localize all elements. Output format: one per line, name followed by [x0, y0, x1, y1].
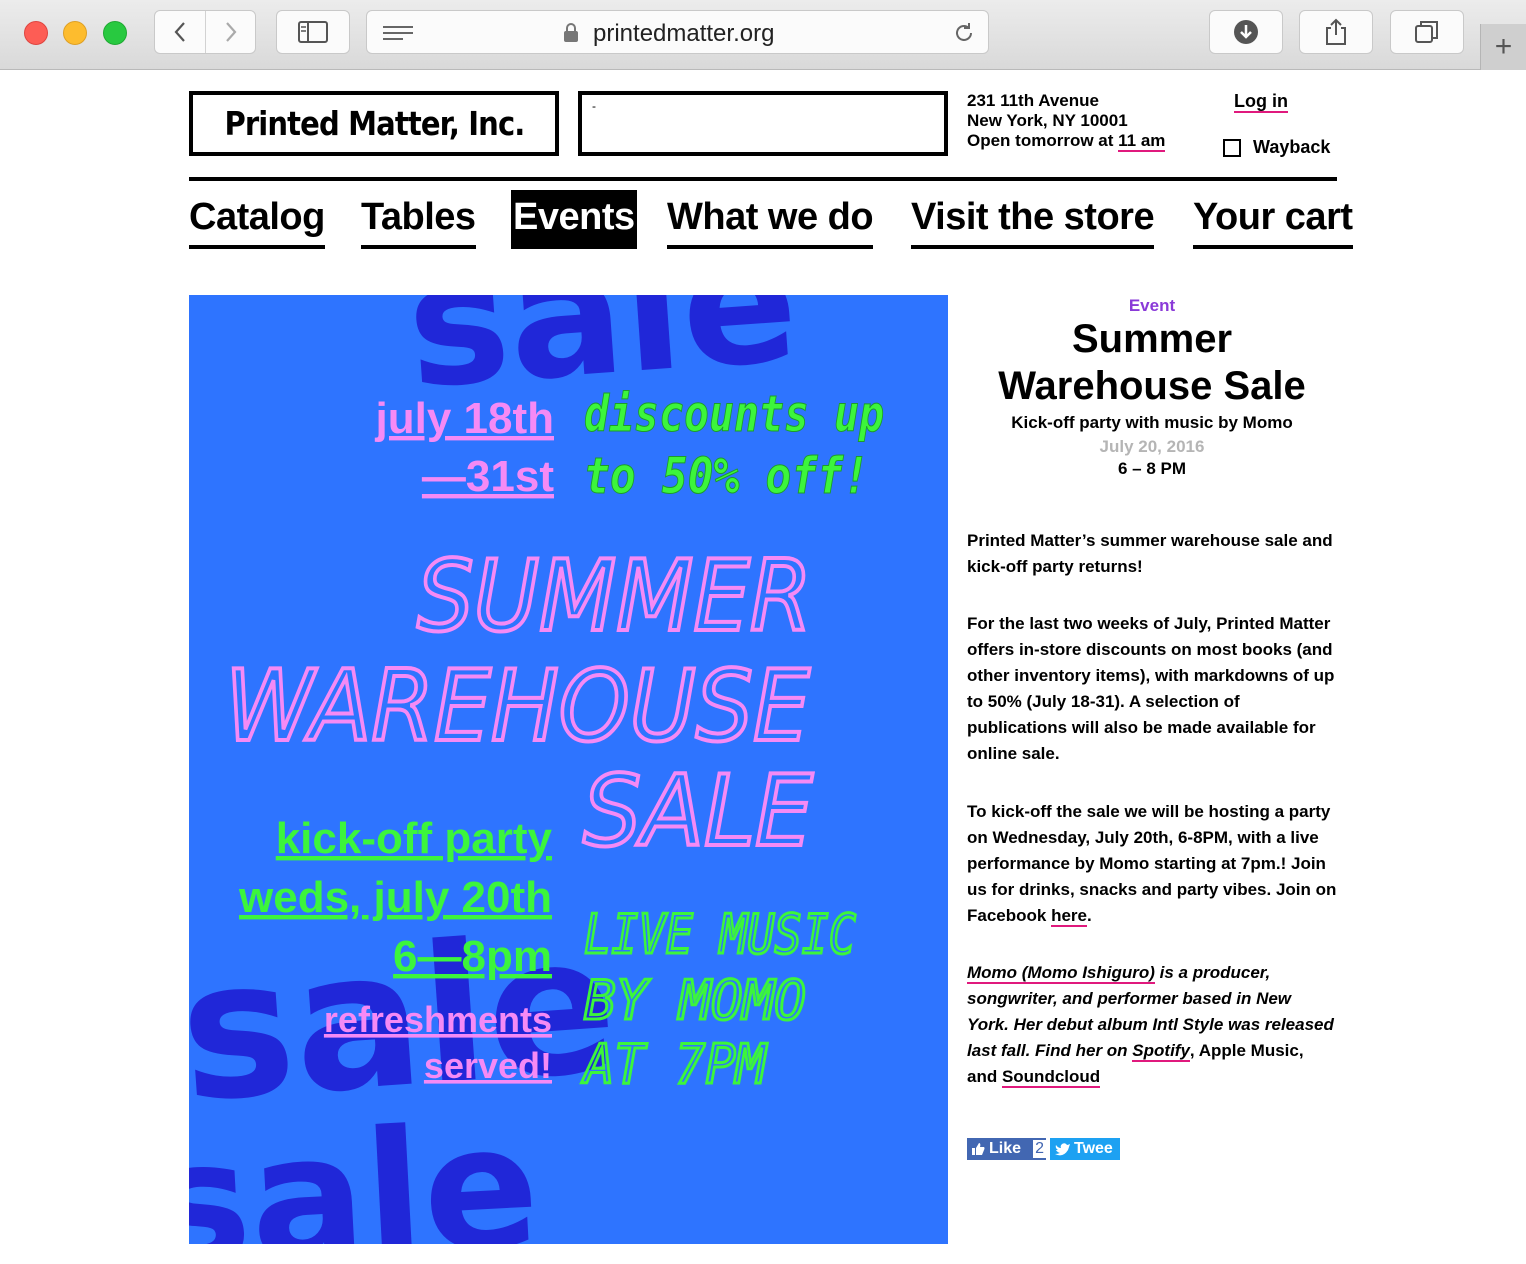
reader-icon[interactable]	[383, 25, 413, 41]
nav-catalog[interactable]: Catalog	[189, 190, 325, 249]
facebook-like-button[interactable]: Like 2	[967, 1138, 1046, 1160]
poster-bg-word-3: sale	[189, 1088, 543, 1244]
nav-what-we-do[interactable]: What we do	[667, 190, 874, 249]
sidebar-button[interactable]	[276, 10, 350, 54]
wayback-label: Wayback	[1253, 137, 1331, 157]
tabs-overview-button[interactable]	[1390, 10, 1464, 54]
twitter-bird-icon	[1055, 1143, 1070, 1156]
site-logo[interactable]: Printed Matter, Inc.	[189, 91, 559, 156]
history-nav	[154, 10, 256, 54]
address-line1: 231 11th Avenue	[967, 91, 1099, 110]
plus-icon: +	[1494, 30, 1513, 63]
poster-title-line1: SUMMER	[417, 540, 812, 654]
poster-title-line3: SALE	[583, 755, 813, 869]
store-hours: Open tomorrow at 11 am	[967, 131, 1166, 152]
logo-text: Printed Matter, Inc.	[224, 104, 525, 143]
event-paragraph-2: For the last two weeks of July, Printed …	[967, 614, 1335, 763]
momo-link[interactable]: Momo (Momo Ishiguro)	[967, 963, 1155, 984]
poster-refresh-line1: refreshments	[324, 999, 552, 1040]
chevron-right-icon	[225, 22, 236, 42]
event-paragraph-3: To kick-off the sale we will be hosting …	[967, 799, 1337, 929]
poster-refresh-line2: served!	[424, 1045, 552, 1086]
forward-button[interactable]	[205, 11, 255, 53]
address-bar[interactable]: printedmatter.org	[366, 10, 989, 54]
nav-events[interactable]: Events	[511, 190, 637, 249]
store-address: 231 11th Avenue New York, NY 10001 Open …	[967, 91, 1166, 152]
facebook-event-link[interactable]: here	[1051, 906, 1088, 927]
share-button[interactable]	[1299, 10, 1373, 54]
poster-dates-line2: —31st	[422, 452, 554, 501]
poster-title-line2: WAREHOUSE	[225, 650, 810, 764]
downloads-button[interactable]	[1209, 10, 1283, 54]
poster-music-line1: LIVE MUSIC	[584, 903, 856, 966]
social-buttons: Like 2 Twee	[967, 1138, 1120, 1160]
back-button[interactable]	[155, 11, 205, 53]
event-paragraph-4: Momo (Momo Ishiguro) is a producer, song…	[967, 960, 1337, 1090]
login-link[interactable]: Log in	[1234, 91, 1288, 113]
soundcloud-link[interactable]: Soundcloud	[1001, 1067, 1101, 1088]
wayback-toggle[interactable]: Wayback	[1223, 137, 1330, 158]
nav-your-cart[interactable]: Your cart	[1193, 190, 1353, 249]
thumbs-up-icon	[972, 1143, 985, 1155]
chevron-left-icon	[174, 22, 185, 42]
tabs-icon	[1415, 21, 1438, 43]
poster-party-line2: weds, july 20th	[238, 873, 552, 922]
lock-icon	[564, 23, 578, 42]
sidebar-icon	[298, 21, 328, 43]
new-tab-button[interactable]: +	[1480, 24, 1526, 70]
minimize-window-button[interactable]	[63, 21, 87, 45]
event-paragraph-1: Printed Matter’s summer warehouse sale a…	[967, 531, 1333, 576]
like-count: 2	[1033, 1140, 1046, 1158]
event-subtitle: Kick-off party with music by Momo	[1011, 413, 1293, 432]
event-poster: sale sale sale july 18th —31st discounts…	[189, 295, 948, 1244]
address-line2: New York, NY 10001	[967, 111, 1128, 130]
poster-party-line1: kick-off party	[276, 814, 553, 863]
paragraph-3-text: To kick-off the sale we will be hosting …	[967, 802, 1337, 925]
event-kicker: Event	[1128, 296, 1176, 315]
like-label: Like	[989, 1140, 1022, 1157]
poster-discount-line1: discounts up	[584, 385, 884, 443]
browser-toolbar: printedmatter.org +	[0, 0, 1526, 70]
poster-party-line3: 6—8pm	[393, 932, 552, 981]
share-icon	[1326, 18, 1346, 45]
search-input[interactable]: -	[578, 91, 948, 156]
spotify-link[interactable]: Spotify	[1132, 1041, 1190, 1062]
tweet-label: Twee	[1074, 1140, 1113, 1157]
reload-icon[interactable]	[952, 21, 976, 45]
header-divider	[189, 177, 1337, 181]
nav-tables[interactable]: Tables	[361, 190, 476, 249]
nav-visit-the-store[interactable]: Visit the store	[911, 190, 1155, 249]
event-time: 6 – 8 PM	[1117, 459, 1187, 478]
close-window-button[interactable]	[24, 21, 48, 45]
poster-artwork: sale sale sale july 18th —31st discounts…	[189, 295, 885, 1244]
poster-music-line3: AT 7PM	[581, 1033, 768, 1096]
url-text: printedmatter.org	[593, 20, 775, 47]
search-value: -	[592, 99, 596, 113]
event-title: Summer Warehouse Sale	[998, 317, 1306, 408]
poster-music-line2: BY MOMO	[584, 969, 806, 1032]
zoom-window-button[interactable]	[103, 21, 127, 45]
tweet-button[interactable]: Twee	[1050, 1138, 1120, 1160]
event-date: July 20, 2016	[1099, 437, 1205, 456]
download-icon	[1234, 20, 1258, 44]
hours-prefix: Open tomorrow at	[967, 131, 1119, 150]
paragraph-3-end: .	[1087, 906, 1092, 925]
poster-dates-line1: july 18th	[375, 394, 555, 443]
hours-link[interactable]: 11 am	[1118, 131, 1166, 152]
poster-discount-line2: to 50% off!	[584, 447, 869, 505]
wayback-checkbox[interactable]	[1223, 138, 1241, 157]
